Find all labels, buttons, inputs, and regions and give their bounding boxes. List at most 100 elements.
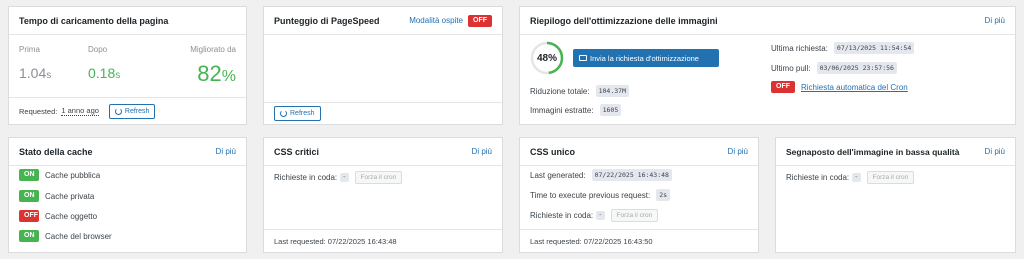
improved-number: 82 xyxy=(197,61,222,86)
pagespeed-footer: Refresh xyxy=(264,102,502,124)
unique-css-title: CSS unico xyxy=(530,146,576,157)
cache-item-label: Cache del browser xyxy=(45,231,112,241)
critical-css-title: CSS critici xyxy=(274,146,320,157)
requested-prefix: Requested: xyxy=(19,106,58,116)
pulled-images-row: Immagini estratte: 1605 xyxy=(530,104,622,116)
refresh-icon xyxy=(280,110,287,117)
lqip-queue-row: Richieste in coda: - Forza il cron xyxy=(786,171,915,184)
unique-css-footer: Last requested: 07/22/2025 16:43:50 xyxy=(520,229,758,252)
pulled-label: Immagini estratte: xyxy=(530,105,594,115)
cache-status-badge: ON xyxy=(19,230,39,242)
load-time-card: Tempo di caricamento della pagina Prima … xyxy=(8,6,247,125)
cache-item-label: Cache pubblica xyxy=(45,170,101,180)
lqip-header: Segnaposto dell'immagine in bassa qualit… xyxy=(776,138,1015,166)
send-request-label: Invia la richiesta d'ottimizzazione xyxy=(590,53,699,63)
image-opt-title: Riepilogo dell'ottimizzazione delle imma… xyxy=(530,15,718,26)
last-pull-value: 03/06/2025 23:57:56 xyxy=(816,62,897,74)
last-generated-row: Last generated: 07/22/2025 16:43:48 xyxy=(530,169,672,181)
guest-mode-toggle[interactable]: Modalità ospite OFF xyxy=(409,14,492,27)
auto-request-status-badge[interactable]: OFF xyxy=(771,81,795,93)
improved-unit: % xyxy=(221,68,236,85)
refresh-icon xyxy=(114,107,122,115)
load-time-refresh-button[interactable]: Refresh xyxy=(108,103,156,119)
image-opt-header: Riepilogo dell'ottimizzazione delle imma… xyxy=(520,7,1015,35)
before-label: Prima xyxy=(19,45,40,54)
queue-value: - xyxy=(852,173,861,182)
force-cron-button[interactable]: Forza il cron xyxy=(866,171,915,184)
last-requested: Last requested: 07/22/2025 16:43:50 xyxy=(530,236,653,246)
after-number: 0.18 xyxy=(88,65,116,81)
lqip-title: Segnaposto dell'immagine in bassa qualit… xyxy=(786,146,960,157)
pagespeed-header: Punteggio di PageSpeed Modalità ospite O… xyxy=(264,7,502,35)
upload-image-icon xyxy=(579,55,587,61)
pulled-value: 1605 xyxy=(599,104,622,116)
lqip-card: Segnaposto dell'immagine in bassa qualit… xyxy=(775,137,1016,253)
cache-item: ON Cache pubblica xyxy=(19,169,100,181)
cache-status-badge: OFF xyxy=(19,210,39,222)
last-request-value: 07/13/2025 11:54:54 xyxy=(833,42,915,54)
cache-status-badge: ON xyxy=(19,169,39,181)
image-optimization-card: Riepilogo dell'ottimizzazione delle imma… xyxy=(519,6,1016,125)
unique-css-card: CSS unico Di più Last generated: 07/22/2… xyxy=(519,137,759,253)
queue-value: - xyxy=(340,173,349,182)
after-unit: s xyxy=(115,70,121,81)
last-pull-row: Ultimo pull: 03/06/2025 23:57:56 xyxy=(771,62,897,74)
refresh-label: Refresh xyxy=(124,107,150,115)
queue-value: - xyxy=(596,211,605,220)
critical-css-footer: Last requested: 07/22/2025 16:43:48 xyxy=(264,229,502,252)
load-time-title: Tempo di caricamento della pagina xyxy=(19,15,169,26)
unique-css-queue-row: Richieste in coda: - Forza il cron xyxy=(530,209,659,222)
after-value: 0.18s xyxy=(88,65,120,81)
last-generated-label: Last generated: xyxy=(530,170,586,180)
pagespeed-card: Punteggio di PageSpeed Modalità ospite O… xyxy=(263,6,503,125)
total-reduction-row: Riduzione totale: 104.37M xyxy=(530,85,629,97)
image-opt-more-link[interactable]: Di più xyxy=(985,16,1005,25)
before-value: 1.04s xyxy=(19,65,51,81)
after-label: Dopo xyxy=(88,45,108,54)
reduction-value: 104.37M xyxy=(595,85,629,97)
auto-request-link[interactable]: Richiesta automatica del Cron xyxy=(801,83,908,92)
lqip-more-link[interactable]: Di più xyxy=(985,147,1005,156)
cache-status-badge: ON xyxy=(19,190,39,202)
cache-status-card: Stato della cache Di più ON Cache pubbli… xyxy=(8,137,247,253)
improved-value: 82% xyxy=(197,61,236,87)
refresh-label: Refresh xyxy=(290,110,315,117)
last-requested: Last requested: 07/22/2025 16:43:48 xyxy=(274,236,397,246)
force-cron-button[interactable]: Forza il cron xyxy=(610,209,659,222)
last-pull-label: Ultimo pull: xyxy=(771,63,811,73)
time-exec-row: Time to execute previous request: 2s xyxy=(530,189,671,201)
cache-item: ON Cache del browser xyxy=(19,230,112,242)
cache-item-label: Cache privata xyxy=(45,191,95,201)
critical-css-header: CSS critici Di più xyxy=(264,138,502,166)
cache-more-link[interactable]: Di più xyxy=(216,147,236,156)
queue-label: Richieste in coda: xyxy=(530,211,594,220)
time-exec-label: Time to execute previous request: xyxy=(530,190,651,200)
requested-when: 1 anno ago xyxy=(61,106,99,116)
cache-item: ON Cache privata xyxy=(19,190,94,202)
time-exec-value: 2s xyxy=(656,189,671,201)
guest-mode-status-badge[interactable]: OFF xyxy=(468,14,492,27)
critical-css-queue-row: Richieste in coda: - Forza il cron xyxy=(274,171,403,184)
image-opt-progress-ring: 48% xyxy=(530,41,564,75)
load-time-footer: Requested: 1 anno ago Refresh xyxy=(9,97,246,124)
critical-css-card: CSS critici Di più Richieste in coda: - … xyxy=(263,137,503,253)
send-optimization-request-button[interactable]: Invia la richiesta d'ottimizzazione xyxy=(573,49,719,67)
reduction-label: Riduzione totale: xyxy=(530,86,590,96)
guest-mode-link[interactable]: Modalità ospite xyxy=(409,16,463,25)
auto-request-row: OFF Richiesta automatica del Cron xyxy=(771,81,908,93)
cache-header: Stato della cache Di più xyxy=(9,138,246,166)
queue-label: Richieste in coda: xyxy=(786,173,850,182)
cache-item-label: Cache oggetto xyxy=(45,211,98,221)
improved-label: Migliorato da xyxy=(190,45,236,54)
last-generated-value: 07/22/2025 16:43:48 xyxy=(591,169,672,181)
pagespeed-refresh-button[interactable]: Refresh xyxy=(274,106,321,121)
cache-title: Stato della cache xyxy=(19,146,93,157)
unique-css-more-link[interactable]: Di più xyxy=(728,147,748,156)
last-request-row: Ultima richiesta: 07/13/2025 11:54:54 xyxy=(771,42,915,54)
unique-css-header: CSS unico Di più xyxy=(520,138,758,166)
force-cron-button[interactable]: Forza il cron xyxy=(354,171,403,184)
pagespeed-title: Punteggio di PageSpeed xyxy=(274,15,380,26)
critical-css-more-link[interactable]: Di più xyxy=(472,147,492,156)
before-number: 1.04 xyxy=(19,65,47,81)
progress-percent: 48% xyxy=(536,52,557,64)
